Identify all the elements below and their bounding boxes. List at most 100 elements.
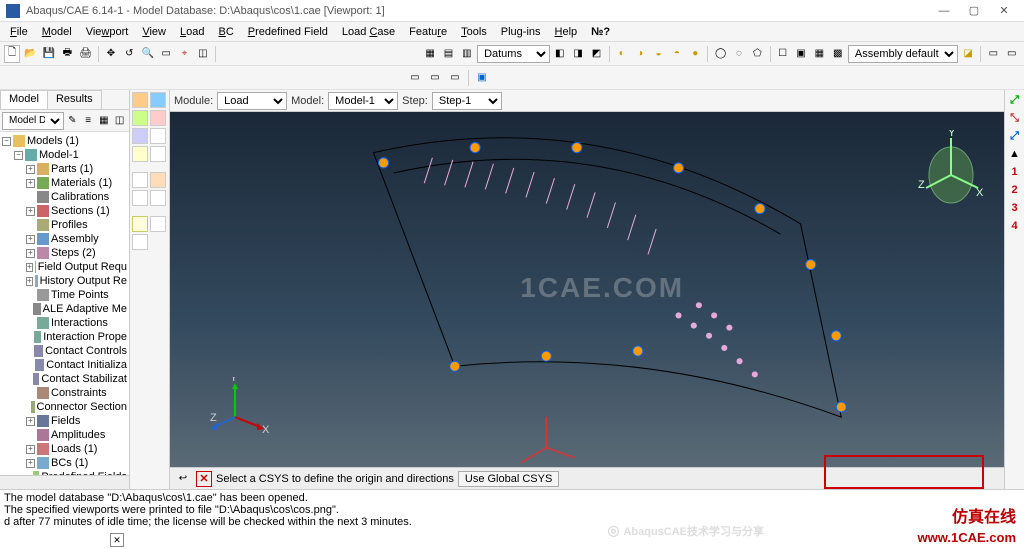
tree-fields[interactable]: Fields bbox=[51, 415, 80, 427]
tree-ale[interactable]: ALE Adaptive Me bbox=[43, 303, 127, 315]
m1-icon[interactable]: ☐ bbox=[774, 45, 790, 63]
tab-model[interactable]: Model bbox=[0, 90, 48, 109]
open-icon[interactable]: 📂 bbox=[22, 45, 38, 63]
rlabel-2[interactable]: 2 bbox=[1008, 184, 1022, 198]
step-select[interactable]: Step-1 bbox=[432, 92, 502, 110]
menu-model[interactable]: Model bbox=[36, 24, 78, 40]
tree-materials[interactable]: Materials (1) bbox=[51, 177, 112, 189]
tree-field-output[interactable]: Field Output Requ bbox=[38, 261, 127, 273]
l1-icon[interactable]: ▭ bbox=[406, 69, 424, 87]
fit-icon[interactable]: ⌖ bbox=[176, 45, 192, 63]
tool-f[interactable] bbox=[150, 172, 166, 188]
assembly-select[interactable]: Assembly defaults bbox=[848, 45, 958, 63]
t3-icon[interactable]: ◩ bbox=[588, 45, 604, 63]
tree-root[interactable]: Models (1) bbox=[27, 135, 79, 147]
rotate-icon[interactable]: ↺ bbox=[121, 45, 137, 63]
tool-load[interactable] bbox=[132, 92, 148, 108]
l4-icon[interactable]: ▣ bbox=[473, 69, 491, 87]
tf2-icon[interactable]: ≡ bbox=[81, 112, 96, 130]
print2-icon[interactable]: 🖨 bbox=[78, 45, 94, 63]
c1-icon[interactable]: ◯ bbox=[712, 45, 728, 63]
menu-load-case[interactable]: Load Case bbox=[336, 24, 401, 40]
tab-results[interactable]: Results bbox=[47, 90, 102, 109]
tree-time-points[interactable]: Time Points bbox=[51, 289, 109, 301]
viewport[interactable]: 1CAE.COM Y X Z Y X Z bbox=[170, 112, 1004, 467]
datums-select[interactable]: Datums bbox=[477, 45, 550, 63]
grid3-icon[interactable]: ▥ bbox=[459, 45, 475, 63]
tree-connector[interactable]: Connector Section bbox=[37, 401, 128, 413]
menu-load[interactable]: Load bbox=[174, 24, 210, 40]
tree-assembly[interactable]: Assembly bbox=[51, 233, 99, 245]
t2-icon[interactable]: ◨ bbox=[570, 45, 586, 63]
tree-constraints[interactable]: Constraints bbox=[51, 387, 107, 399]
shade5-icon[interactable]: ● bbox=[687, 45, 703, 63]
tool-pf[interactable] bbox=[132, 110, 148, 126]
shade4-icon[interactable]: ◓ bbox=[669, 45, 685, 63]
tool-a[interactable] bbox=[132, 128, 148, 144]
menu-tools[interactable]: Tools bbox=[455, 24, 493, 40]
t1-icon[interactable]: ◧ bbox=[552, 45, 568, 63]
tool-d[interactable] bbox=[150, 146, 166, 162]
tf4-icon[interactable]: ◫ bbox=[112, 112, 127, 130]
shade2-icon[interactable]: ◑ bbox=[632, 45, 648, 63]
e1-icon[interactable]: ◪ bbox=[960, 45, 976, 63]
menu-view[interactable]: View bbox=[136, 24, 172, 40]
new-icon[interactable]: 🗋 bbox=[4, 45, 20, 63]
minimize-button[interactable]: — bbox=[930, 2, 958, 20]
m4-icon[interactable]: ▩ bbox=[830, 45, 846, 63]
menu-help[interactable]: Help bbox=[549, 24, 584, 40]
tree-interaction-props[interactable]: Interaction Prope bbox=[43, 331, 127, 343]
print-icon[interactable]: 🖶 bbox=[59, 45, 75, 63]
c3-icon[interactable]: ⬠ bbox=[749, 45, 765, 63]
prompt-cancel-button[interactable]: ✕ bbox=[196, 471, 212, 487]
shade3-icon[interactable]: ◒ bbox=[650, 45, 666, 63]
grid2-icon[interactable]: ▤ bbox=[440, 45, 456, 63]
module-select[interactable]: Load bbox=[217, 92, 287, 110]
m2-icon[interactable]: ▣ bbox=[793, 45, 809, 63]
tree-bcs[interactable]: BCs (1) bbox=[51, 457, 88, 469]
tool-g[interactable] bbox=[132, 190, 148, 206]
rlabel-4[interactable]: 4 bbox=[1008, 220, 1022, 234]
menu-bc[interactable]: BC bbox=[212, 24, 239, 40]
tree-filter-select[interactable]: Model Dat bbox=[2, 112, 64, 130]
menu-predefined-field[interactable]: Predefined Field bbox=[242, 24, 334, 40]
tree-history-output[interactable]: History Output Re bbox=[40, 275, 127, 287]
menu-plugins[interactable]: Plug-ins bbox=[495, 24, 547, 40]
prompt-back-icon[interactable]: ↩ bbox=[174, 470, 192, 488]
l3-icon[interactable]: ▭ bbox=[446, 69, 464, 87]
view-iso-icon[interactable]: ▲ bbox=[1008, 148, 1022, 162]
view-yz-icon[interactable]: ⤡ bbox=[1008, 112, 1022, 126]
view-xy-icon[interactable]: ⤢ bbox=[1008, 94, 1022, 108]
tool-e[interactable] bbox=[132, 172, 148, 188]
tree-parts[interactable]: Parts (1) bbox=[51, 163, 93, 175]
tree-sections[interactable]: Sections (1) bbox=[51, 205, 110, 217]
menu-hint[interactable]: №? bbox=[585, 24, 616, 40]
view-icon[interactable]: ◫ bbox=[195, 45, 211, 63]
e3-icon[interactable]: ▭ bbox=[1004, 45, 1020, 63]
tool-i[interactable] bbox=[150, 216, 166, 232]
grid1-icon[interactable]: ▦ bbox=[422, 45, 438, 63]
tree-steps[interactable]: Steps (2) bbox=[51, 247, 96, 259]
tf1-icon[interactable]: ✎ bbox=[65, 112, 80, 130]
msg-close-icon[interactable]: ✕ bbox=[110, 533, 124, 547]
model-select[interactable]: Model-1 bbox=[328, 92, 398, 110]
pan-icon[interactable]: ✥ bbox=[103, 45, 119, 63]
tool-h[interactable] bbox=[150, 190, 166, 206]
model-tree[interactable]: −Models (1) −Model-1 +Parts (1) +Materia… bbox=[0, 132, 129, 475]
menu-feature[interactable]: Feature bbox=[403, 24, 453, 40]
tf3-icon[interactable]: ▦ bbox=[97, 112, 112, 130]
rlabel-3[interactable]: 3 bbox=[1008, 202, 1022, 216]
tool-csys[interactable] bbox=[132, 216, 148, 232]
rlabel-1[interactable]: 1 bbox=[1008, 166, 1022, 180]
tree-loads[interactable]: Loads (1) bbox=[51, 443, 97, 455]
zoom-icon[interactable]: 🔍 bbox=[140, 45, 156, 63]
tree-contact-stab[interactable]: Contact Stabilizat bbox=[41, 373, 127, 385]
tree-model-1[interactable]: Model-1 bbox=[39, 149, 79, 161]
zoom-box-icon[interactable]: ▭ bbox=[158, 45, 174, 63]
view-xz-icon[interactable]: ⤢ bbox=[1008, 130, 1022, 144]
close-button[interactable]: ✕ bbox=[990, 2, 1018, 20]
tree-calibrations[interactable]: Calibrations bbox=[51, 191, 109, 203]
tree-contact-init[interactable]: Contact Initializa bbox=[46, 359, 127, 371]
tool-lc[interactable] bbox=[150, 110, 166, 126]
l2-icon[interactable]: ▭ bbox=[426, 69, 444, 87]
